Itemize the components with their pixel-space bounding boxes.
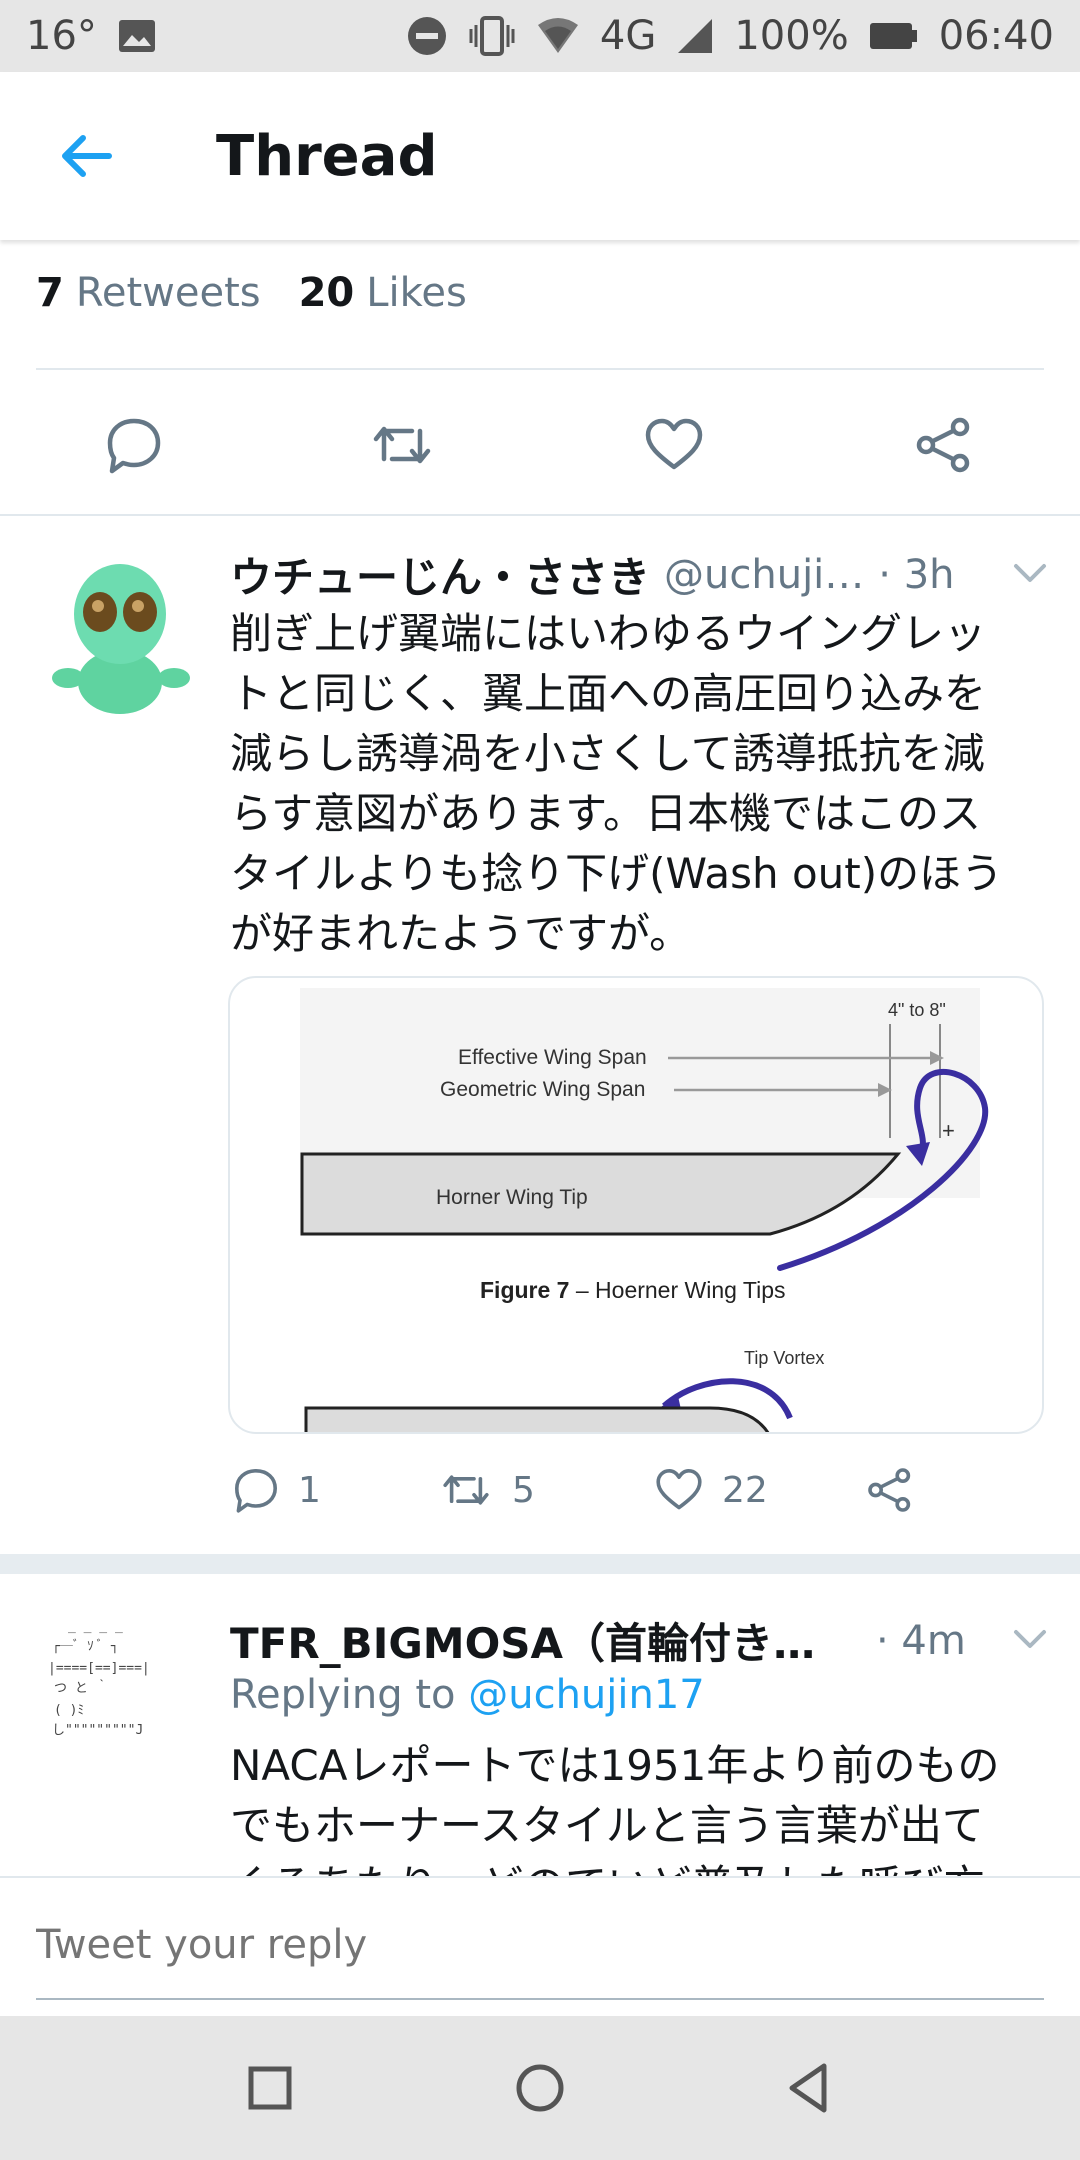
ascii-art-avatar-icon: _ _ _ _ ┌─ﾞ ｿ ﾞ ┐ |====[==]===| つ と ｀ ( … — [48, 1619, 150, 1738]
page-title: Thread — [216, 123, 438, 189]
retweets-count: 7 — [36, 270, 64, 316]
like-action[interactable]: 22 — [654, 1466, 768, 1514]
app-bar: Thread — [0, 72, 1080, 240]
plus-sign: + — [942, 1118, 955, 1143]
figure-caption-bold: Figure 7 — [480, 1277, 569, 1303]
effective-span-label: Effective Wing Span — [458, 1046, 647, 1069]
tweet-media-image[interactable]: 4" to 8" Effective Wing Span Geometric W… — [228, 976, 1044, 1434]
tweet-text: 削ぎ上げ翼端にはいわゆるウイングレッ トと同じく、翼上面への高圧回り込みを 減ら… — [230, 604, 1044, 964]
home-button[interactable] — [510, 2058, 570, 2118]
replying-handle-link[interactable]: @uchujin17 — [468, 1672, 705, 1718]
divider — [0, 514, 1080, 516]
like-count: 22 — [722, 1469, 768, 1511]
author-name[interactable]: ウチューじん・ささき — [230, 544, 650, 605]
battery-icon — [869, 21, 919, 51]
vibrate-icon — [468, 15, 516, 57]
wing-tip-diagram: 4" to 8" Effective Wing Span Geometric W… — [300, 988, 989, 1432]
chevron-down-icon[interactable] — [1010, 1618, 1050, 1658]
gallery-icon — [117, 18, 157, 54]
alien-avatar-icon — [52, 564, 190, 714]
tweet-text-line: タイルよりも捻り下げ(Wash out)のほう — [230, 849, 1004, 898]
replying-prefix: Replying to — [230, 1672, 469, 1718]
share-button[interactable] — [914, 415, 974, 475]
tweet-text-line: 削ぎ上げ翼端にはいわゆるウイングレッ — [230, 609, 987, 658]
system-nav-bar — [0, 2016, 1080, 2160]
retweet-count: 5 — [512, 1469, 535, 1511]
main-tweet-actions — [0, 370, 1080, 515]
author-name[interactable]: TFR_BIGMOSA（首輪付きの… — [230, 1610, 850, 1671]
back-nav-button[interactable] — [780, 2058, 840, 2118]
wing-tip-label: Horner Wing Tip — [436, 1186, 588, 1209]
recents-button[interactable] — [240, 2058, 300, 2118]
likes-stat[interactable]: 20 Likes — [299, 270, 467, 316]
svg-text:┌─ﾞ ｿ ﾞ ┐: ┌─ﾞ ｿ ﾞ ┐ — [52, 1639, 119, 1654]
tweet-time: · 4m — [876, 1617, 966, 1664]
svg-text:( )ﾐ: ( )ﾐ — [54, 1703, 84, 1718]
replying-to: Replying to @uchujin17 — [230, 1672, 705, 1718]
tweet-text-line: 減らし誘導渦を小さくして誘導抵抗を減 — [230, 729, 985, 778]
heart-icon — [656, 1469, 702, 1510]
retweet-icon — [443, 1475, 489, 1505]
retweets-label: Retweets — [75, 270, 261, 316]
share-action[interactable] — [866, 1466, 914, 1514]
battery-percent-text: 100% — [734, 13, 849, 59]
signal-icon — [676, 17, 714, 55]
dimension-label: 4" to 8" — [888, 1000, 946, 1020]
avatar[interactable]: _ _ _ _ ┌─ﾞ ｿ ﾞ ┐ |====[==]===| つ と ｀ ( … — [44, 1610, 184, 1750]
tweet-stats: 7 Retweets 20 Likes — [36, 270, 467, 316]
input-underline — [36, 1998, 1044, 2000]
back-arrow-icon — [62, 135, 112, 177]
reply-action[interactable]: 1 — [232, 1466, 321, 1514]
wifi-icon — [536, 17, 580, 55]
network-type-text: 4G — [599, 13, 657, 59]
reply-input[interactable] — [36, 1922, 1036, 1968]
back-button[interactable] — [40, 111, 130, 201]
tweet-separator — [0, 1554, 1080, 1574]
tweet-time: · 3h — [878, 551, 955, 598]
tweet-text-line: らす意図があります。日本機ではこのス — [230, 789, 981, 838]
reply-icon — [235, 1469, 277, 1513]
tweet-text-line: NACAレポートでは1951年より前のもの — [230, 1741, 1000, 1790]
retweets-stat[interactable]: 7 Retweets — [36, 270, 261, 316]
reply-count: 1 — [298, 1469, 321, 1511]
geometric-span-label: Geometric Wing Span — [440, 1078, 645, 1101]
tweet-header: ウチューじん・ささき @uchuji… · 3h — [230, 544, 1050, 605]
status-bar: 16° 4G 100% 06:40 — [0, 0, 1080, 72]
svg-text:し"""""""""J: し"""""""""J — [52, 1723, 143, 1738]
svg-text:|====[==]===|: |====[==]===| — [48, 1661, 150, 1676]
author-handle[interactable]: @uchuji… — [664, 552, 864, 598]
tip-vortex-label: Tip Vortex — [744, 1348, 824, 1368]
reply-composer — [0, 1876, 1080, 2016]
likes-count: 20 — [298, 270, 355, 316]
chevron-down-icon[interactable] — [1010, 552, 1050, 592]
tweet-text-line: が好まれたようですが。 — [230, 909, 692, 958]
tweet-header: TFR_BIGMOSA（首輪付きの… · 4m — [230, 1610, 1050, 1671]
likes-label: Likes — [366, 270, 467, 316]
temperature-text: 16° — [26, 13, 97, 59]
like-button[interactable] — [644, 415, 704, 475]
svg-text:Figure 7 – Hoerner Wing Tips: Figure 7 – Hoerner Wing Tips — [480, 1277, 786, 1303]
do-not-disturb-icon — [406, 15, 448, 57]
tweet-text-line: でもホーナースタイルと言う言葉が出て — [230, 1801, 984, 1850]
retweet-action[interactable]: 5 — [438, 1466, 535, 1514]
retweet-button[interactable] — [372, 415, 432, 475]
clock-text: 06:40 — [938, 13, 1054, 59]
svg-text:_ _ _ _: _ _ _ _ — [68, 1619, 123, 1634]
avatar[interactable] — [40, 556, 200, 716]
reply-button[interactable] — [104, 415, 164, 475]
svg-text:つ と ｀: つ と ｀ — [54, 1679, 109, 1696]
share-icon — [868, 1468, 911, 1512]
tweet-text-line: トと同じく、翼上面への高圧回り込みを — [230, 669, 987, 718]
figure-caption-text: – Hoerner Wing Tips — [569, 1277, 785, 1303]
